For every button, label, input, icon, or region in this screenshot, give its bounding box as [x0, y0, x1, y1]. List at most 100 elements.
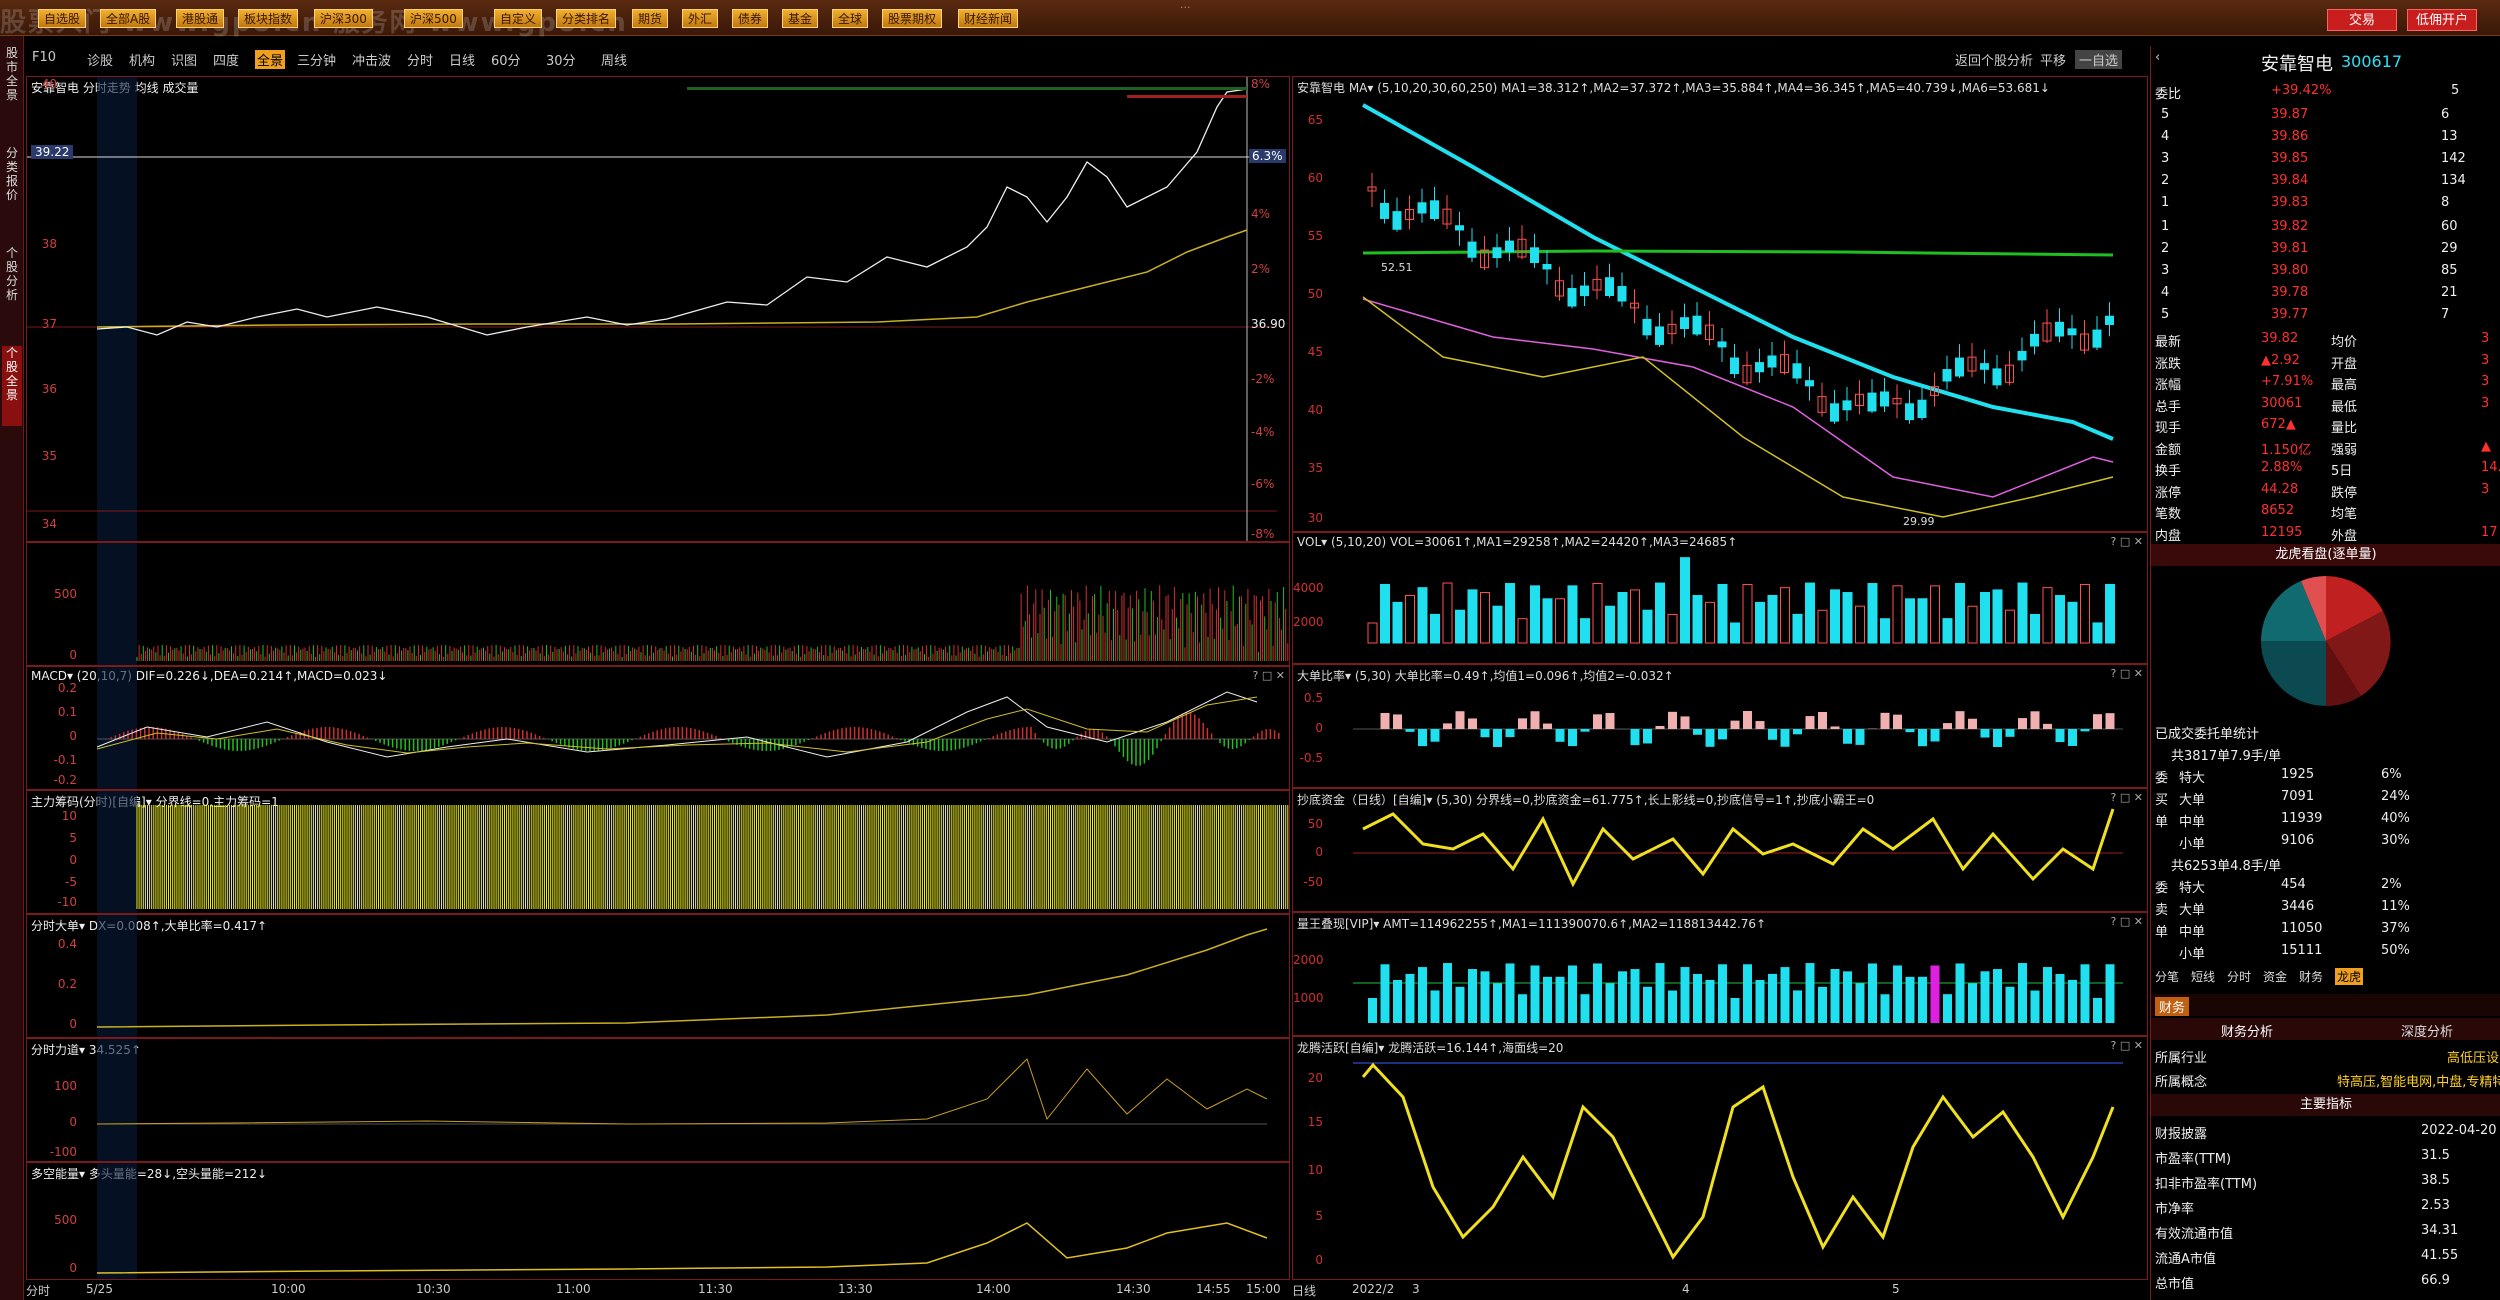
toolbar-button[interactable]: 分类排名: [556, 9, 617, 28]
menu-item[interactable]: 60分: [491, 50, 521, 69]
tab-deep-analysis[interactable]: 深度分析: [2401, 1021, 2453, 1040]
power-tick: 100: [54, 1079, 77, 1093]
menu-item[interactable]: 四度: [213, 50, 239, 69]
menu-item[interactable]: 诊股: [87, 50, 113, 69]
daily-ratio-panel[interactable]: 大单比率▾ (5,30) 大单比率=0.49↑,均值1=0.096↑,均值2=-…: [1292, 664, 2148, 788]
menu-item[interactable]: 全景: [255, 50, 286, 69]
stat-key: 开盘: [2331, 356, 2358, 372]
deal-type: 特大: [2179, 771, 2206, 786]
toolbar-button[interactable]: 沪深300: [314, 9, 373, 28]
stat-value: 44.28: [2261, 481, 2299, 497]
deal-side-label: 买: [2155, 793, 2169, 808]
main-chip-panel[interactable]: 主力筹码(分时)[自编]▾ 分界线=0,主力筹码=1 10 5 0 -5 -10: [26, 790, 1290, 914]
deal-type: 小单: [2179, 947, 2206, 962]
pan-button[interactable]: 平移: [2040, 50, 2066, 69]
chip-chart: [97, 791, 1289, 913]
energy-panel[interactable]: 多空能量▾ 多头量能=28↓,空头量能=212↓ 500 0: [26, 1162, 1290, 1280]
toolbar-button[interactable]: 债券: [732, 9, 769, 28]
stat-key: 5日: [2331, 464, 2353, 479]
deal-pct: 40%: [2381, 811, 2410, 826]
sidebar-tab[interactable]: 分笔: [2155, 968, 2179, 985]
open-account-button[interactable]: 低佣开户: [2407, 9, 2477, 31]
watchlist-select[interactable]: 一自选: [2075, 50, 2123, 69]
toolbar-button[interactable]: 沪深500: [404, 9, 463, 28]
vtab-stock-panorama[interactable]: 个股全景: [2, 346, 22, 426]
toolbar-button[interactable]: 股票期权: [882, 9, 943, 28]
amount-tick: 1000: [1293, 991, 1324, 1005]
menu-item[interactable]: 周线: [601, 50, 627, 69]
indicator-row: 财报披露 2022-04-20: [2151, 1120, 2500, 1142]
menu-item[interactable]: F10: [32, 50, 56, 65]
menu-item[interactable]: 日线: [449, 50, 475, 69]
back-chevron-icon[interactable]: ‹: [2155, 50, 2160, 65]
toolbar-button[interactable]: 板块指数: [238, 9, 299, 28]
indicator-key: 财报披露: [2155, 1127, 2208, 1142]
menu-item[interactable]: 识图: [171, 50, 197, 69]
concept-row: 所属概念 特高压,智能电网,中盘,专精特: [2155, 1075, 2500, 1090]
vtab-stock-analysis[interactable]: 个股分析: [2, 246, 22, 316]
toolbar-button[interactable]: 财经新闻: [958, 9, 1019, 28]
menu-item[interactable]: 分时: [407, 50, 433, 69]
sidebar-tab[interactable]: 财务: [2299, 968, 2323, 985]
stat-value: 3: [2481, 352, 2490, 368]
main-index-title: 主要指标: [2151, 1094, 2500, 1116]
toolbar-button[interactable]: 自定义: [494, 9, 543, 28]
intraday-volume-panel[interactable]: 500 0: [26, 542, 1290, 666]
time-tick: 14:30: [1116, 1282, 1151, 1296]
daily-price-tick: 40: [1307, 403, 1323, 417]
toolbar-button[interactable]: 期货: [632, 9, 669, 28]
toolbar-button[interactable]: 全球: [832, 9, 869, 28]
deal-volume: 15111: [2281, 943, 2323, 958]
sidebar-tab[interactable]: 分时: [2227, 968, 2251, 985]
big-order-panel[interactable]: 分时大单▾ DX=0.008↑,大单比率=0.417↑ 0.4 0.2 0: [26, 914, 1290, 1038]
return-analysis-link[interactable]: 返回个股分析: [1955, 50, 2033, 69]
daily-vol-tick: 4000: [1293, 581, 1324, 595]
bid-level: 1: [2161, 219, 2170, 234]
menu-item[interactable]: 机构: [129, 50, 155, 69]
deal-row: 委特大 1925 6%: [2151, 764, 2500, 786]
amount-panel[interactable]: 量王叠现[VIP]▾ AMT=114962255↑,MA1=111390070.…: [1292, 912, 2148, 1036]
toolbar-button[interactable]: 外汇: [682, 9, 719, 28]
vol-tick: 500: [54, 587, 77, 601]
sidebar-tab[interactable]: 龙虎: [2335, 968, 2364, 985]
stat-key: 金额: [2155, 442, 2182, 458]
time-tick: 4: [1682, 1282, 1690, 1296]
intraday-price-chart: [27, 77, 1277, 541]
tab-finance-analysis[interactable]: 财务分析: [2221, 1021, 2273, 1040]
menu-item[interactable]: 冲击波: [352, 50, 391, 69]
sidebar-tab[interactable]: 短线: [2191, 968, 2215, 985]
intraday-price-panel[interactable]: 安靠智电 分时走势 均线 成交量 40 39 38 37 36 35 34 39…: [26, 76, 1290, 542]
vtab-category[interactable]: 分类报价: [2, 146, 22, 216]
toolbar-button[interactable]: 自选股: [38, 9, 87, 28]
weibi-label: 委比: [2155, 87, 2182, 102]
macd-chart: [96, 667, 1280, 789]
stat-key: 内盘: [2155, 528, 2182, 544]
macd-tick: 0: [69, 729, 77, 743]
menu-item[interactable]: 30分: [546, 50, 576, 69]
stat-value: 39.82: [2261, 331, 2299, 346]
stat-key: 均笔: [2331, 507, 2358, 522]
price-tick: 34: [41, 517, 57, 531]
toolbar-button[interactable]: 全部A股: [100, 9, 157, 28]
trade-button[interactable]: 交易: [2327, 9, 2397, 31]
toolbar-button[interactable]: 港股通: [176, 9, 225, 28]
bigorder-chart: [96, 915, 1268, 1037]
sidebar-tab[interactable]: 资金: [2263, 968, 2287, 985]
toolbar-button[interactable]: 基金: [782, 9, 819, 28]
stat-value: +7.91%: [2261, 374, 2314, 389]
daily-kline-panel[interactable]: 安靠智电 MA▾ (5,10,20,30,60,250) MA1=38.312↑…: [1292, 76, 2148, 532]
power-panel[interactable]: 分时力道▾ 34.525↑ 100 0 -100: [26, 1038, 1290, 1162]
pie-title: 龙虎看盘(逐单量): [2151, 544, 2500, 566]
indicator-value: 2022-04-20: [2421, 1123, 2497, 1138]
menu-item[interactable]: 三分钟: [297, 50, 336, 69]
deal-row: 单中单 11939 40%: [2151, 808, 2500, 830]
bottom-fund-panel[interactable]: 抄底资金（日线）[自编]▾ (5,30) 分界线=0,抄底资金=61.775↑,…: [1292, 788, 2148, 912]
weibi-value: +39.42%: [2271, 83, 2332, 98]
deal-type: 中单: [2179, 925, 2206, 940]
bid-level: 3: [2161, 263, 2170, 278]
dragon-panel[interactable]: 龙腾活跃[自编]▾ 龙腾活跃=16.144↑,海面线=20 ? □ ✕ 20 1…: [1292, 1036, 2148, 1280]
vtab-market[interactable]: 股市全景: [2, 46, 22, 116]
ratio-tick: 0: [1315, 721, 1323, 735]
daily-volume-panel[interactable]: VOL▾ (5,10,20) VOL=30061↑,MA1=29258↑,MA2…: [1292, 532, 2148, 664]
macd-panel[interactable]: MACD▾ (20,10,7) DIF=0.226↓,DEA=0.214↑,MA…: [26, 666, 1290, 790]
